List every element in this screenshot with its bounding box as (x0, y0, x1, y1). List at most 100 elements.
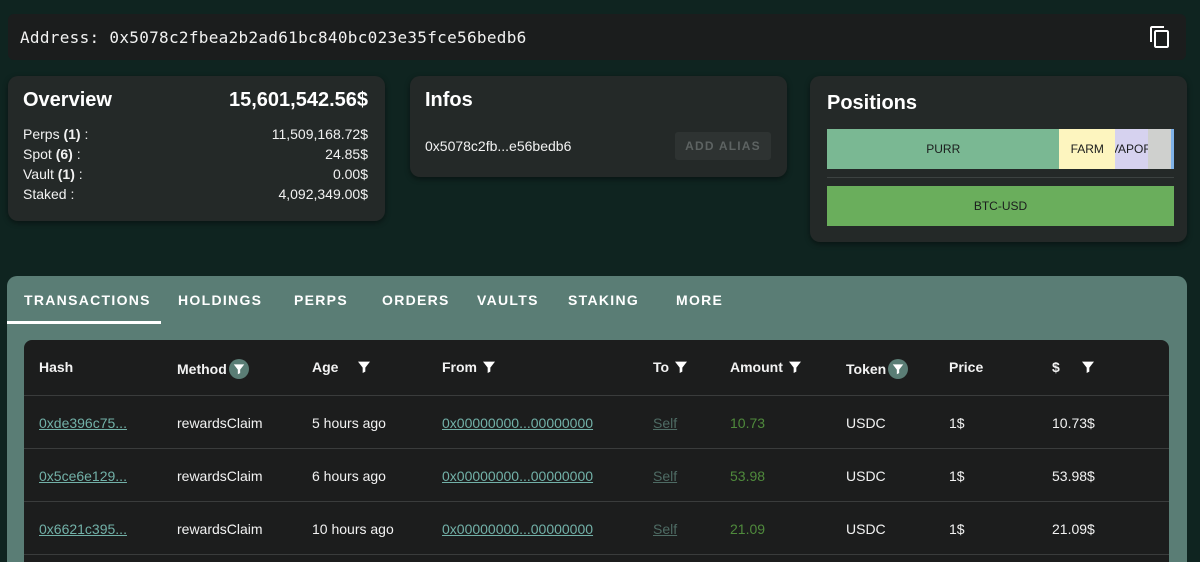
header-token: Token (846, 359, 909, 379)
to-self-link[interactable]: Self (653, 415, 677, 431)
overview-row-staked: Staked : 4,092,349.00$ (23, 186, 368, 206)
filter-icon[interactable] (481, 359, 497, 375)
price-cell: 1$ (949, 415, 965, 431)
active-tab-indicator (7, 321, 161, 324)
tx-hash-link[interactable]: 0x5ce6e129... (39, 468, 127, 484)
filter-icon-active[interactable] (228, 359, 249, 379)
row-label: Perps (23, 126, 60, 142)
filter-icon[interactable] (356, 359, 372, 375)
header-label: $ (1052, 359, 1060, 375)
spot-position-segment[interactable]: FARM (1059, 129, 1115, 169)
token-cell: USDC (846, 468, 886, 484)
row-suffix: : (80, 126, 89, 142)
perp-position-btc-usd[interactable]: BTC-USD (827, 186, 1174, 226)
tab-vaults[interactable]: VAULTS (477, 292, 539, 308)
overview-total: 15,601,542.56$ (228, 89, 368, 111)
to-self-link[interactable]: Self (653, 468, 677, 484)
row-label: Vault (23, 166, 54, 182)
to-self-link[interactable]: Self (653, 521, 677, 537)
table-header: Hash Method Age From To Amount Token Pri… (24, 340, 1169, 396)
header-label: Age (312, 359, 339, 375)
filter-icon[interactable] (673, 359, 689, 375)
token-cell: USDC (846, 415, 886, 431)
row-count: (1) (57, 166, 75, 182)
amount-cell: 10.73 (730, 415, 766, 431)
from-address-link[interactable]: 0x00000000...00000000 (442, 468, 593, 484)
address-bar: Address: 0x5078c2fbea2b2ad61bc840bc023e3… (8, 14, 1186, 60)
row-value: 4,092,349.00$ (278, 186, 368, 202)
tab-transactions[interactable]: TRANSACTIONS (24, 292, 151, 308)
infos-card: Infos 0x5078c2fb...e56bedb6 ADD ALIAS (410, 76, 787, 177)
tab-staking[interactable]: STAKING (568, 292, 639, 308)
tx-hash-link[interactable]: 0xde396c75... (39, 415, 127, 431)
spot-position-segment[interactable]: VAPOR (1115, 129, 1148, 169)
transactions-table: Hash Method Age From To Amount Token Pri… (24, 340, 1169, 562)
header-hash: Hash (39, 359, 73, 375)
row-suffix: : (72, 146, 81, 162)
overview-card: Overview 15,601,542.56$ Perps (1) : 11,5… (8, 76, 385, 221)
overview-title: Overview (23, 89, 112, 111)
header-label: To (653, 359, 670, 375)
header-label: Method (177, 361, 227, 377)
price-cell: 1$ (949, 521, 965, 537)
header-from: From (442, 359, 497, 375)
tab-more[interactable]: MORE (676, 292, 723, 308)
from-address-link[interactable]: 0x00000000...00000000 (442, 415, 593, 431)
tab-orders[interactable]: ORDERS (382, 292, 450, 308)
method-cell: rewardsClaim (177, 521, 263, 537)
row-value: 0.00$ (332, 166, 368, 182)
positions-divider (827, 177, 1174, 178)
overview-row-spot: Spot (6) : 24.85$ (23, 146, 368, 166)
usd-cell: 21.09$ (1052, 521, 1095, 537)
usd-cell: 10.73$ (1052, 415, 1095, 431)
method-cell: rewardsClaim (177, 415, 263, 431)
overview-row-perps: Perps (1) : 11,509,168.72$ (23, 126, 368, 146)
activity-panel: TRANSACTIONS HOLDINGS PERPS ORDERS VAULT… (7, 276, 1187, 562)
table-row: 0xde396c75... rewardsClaim 5 hours ago 0… (24, 397, 1169, 449)
table-row: 0x5ce6e129... rewardsClaim 6 hours ago 0… (24, 450, 1169, 502)
copy-icon[interactable] (1148, 25, 1172, 49)
infos-title: Infos (425, 89, 473, 111)
tx-hash-link[interactable]: 0x6621c395... (39, 521, 127, 537)
header-age: Age (312, 359, 372, 375)
filter-icon[interactable] (787, 359, 803, 375)
header-label: Amount (730, 359, 783, 375)
tab-holdings[interactable]: HOLDINGS (178, 292, 262, 308)
age-cell: 10 hours ago (312, 521, 394, 537)
header-label: Hash (39, 359, 74, 375)
filter-icon-active[interactable] (888, 359, 909, 379)
header-usd: $ (1052, 359, 1096, 375)
spot-position-segment[interactable] (1170, 129, 1174, 169)
amount-cell: 53.98 (730, 468, 766, 484)
row-value: 11,509,168.72$ (271, 126, 368, 142)
method-cell: rewardsClaim (177, 468, 263, 484)
positions-title: Positions (827, 92, 918, 114)
row-label: Staked : (23, 186, 75, 202)
header-label: From (442, 359, 477, 375)
token-cell: USDC (846, 521, 886, 537)
header-price: Price (949, 359, 983, 375)
usd-cell: 53.98$ (1052, 468, 1095, 484)
tab-perps[interactable]: PERPS (294, 292, 348, 308)
spot-position-segment[interactable]: PURR (827, 129, 1060, 169)
row-value: 24.85$ (325, 146, 368, 162)
infos-address: 0x5078c2fb...e56bedb6 (425, 138, 572, 154)
amount-cell: 21.09 (730, 521, 766, 537)
row-label: Spot (23, 146, 52, 162)
tab-bar: TRANSACTIONS HOLDINGS PERPS ORDERS VAULT… (7, 276, 1187, 324)
price-cell: 1$ (949, 468, 965, 484)
header-method: Method (177, 359, 249, 379)
table-row: 0x6621c395... rewardsClaim 10 hours ago … (24, 503, 1169, 555)
spot-position-segment[interactable] (1147, 129, 1171, 169)
header-label: Price (949, 359, 984, 375)
add-alias-button[interactable]: ADD ALIAS (675, 132, 771, 160)
header-to: To (653, 359, 689, 375)
overview-row-vault: Vault (1) : 0.00$ (23, 166, 368, 186)
header-amount: Amount (730, 359, 803, 375)
address-text: Address: 0x5078c2fbea2b2ad61bc840bc023e3… (20, 27, 527, 47)
filter-icon[interactable] (1080, 359, 1096, 375)
from-address-link[interactable]: 0x00000000...00000000 (442, 521, 593, 537)
row-count: (6) (55, 146, 73, 162)
age-cell: 5 hours ago (312, 415, 386, 431)
row-count: (1) (63, 126, 81, 142)
